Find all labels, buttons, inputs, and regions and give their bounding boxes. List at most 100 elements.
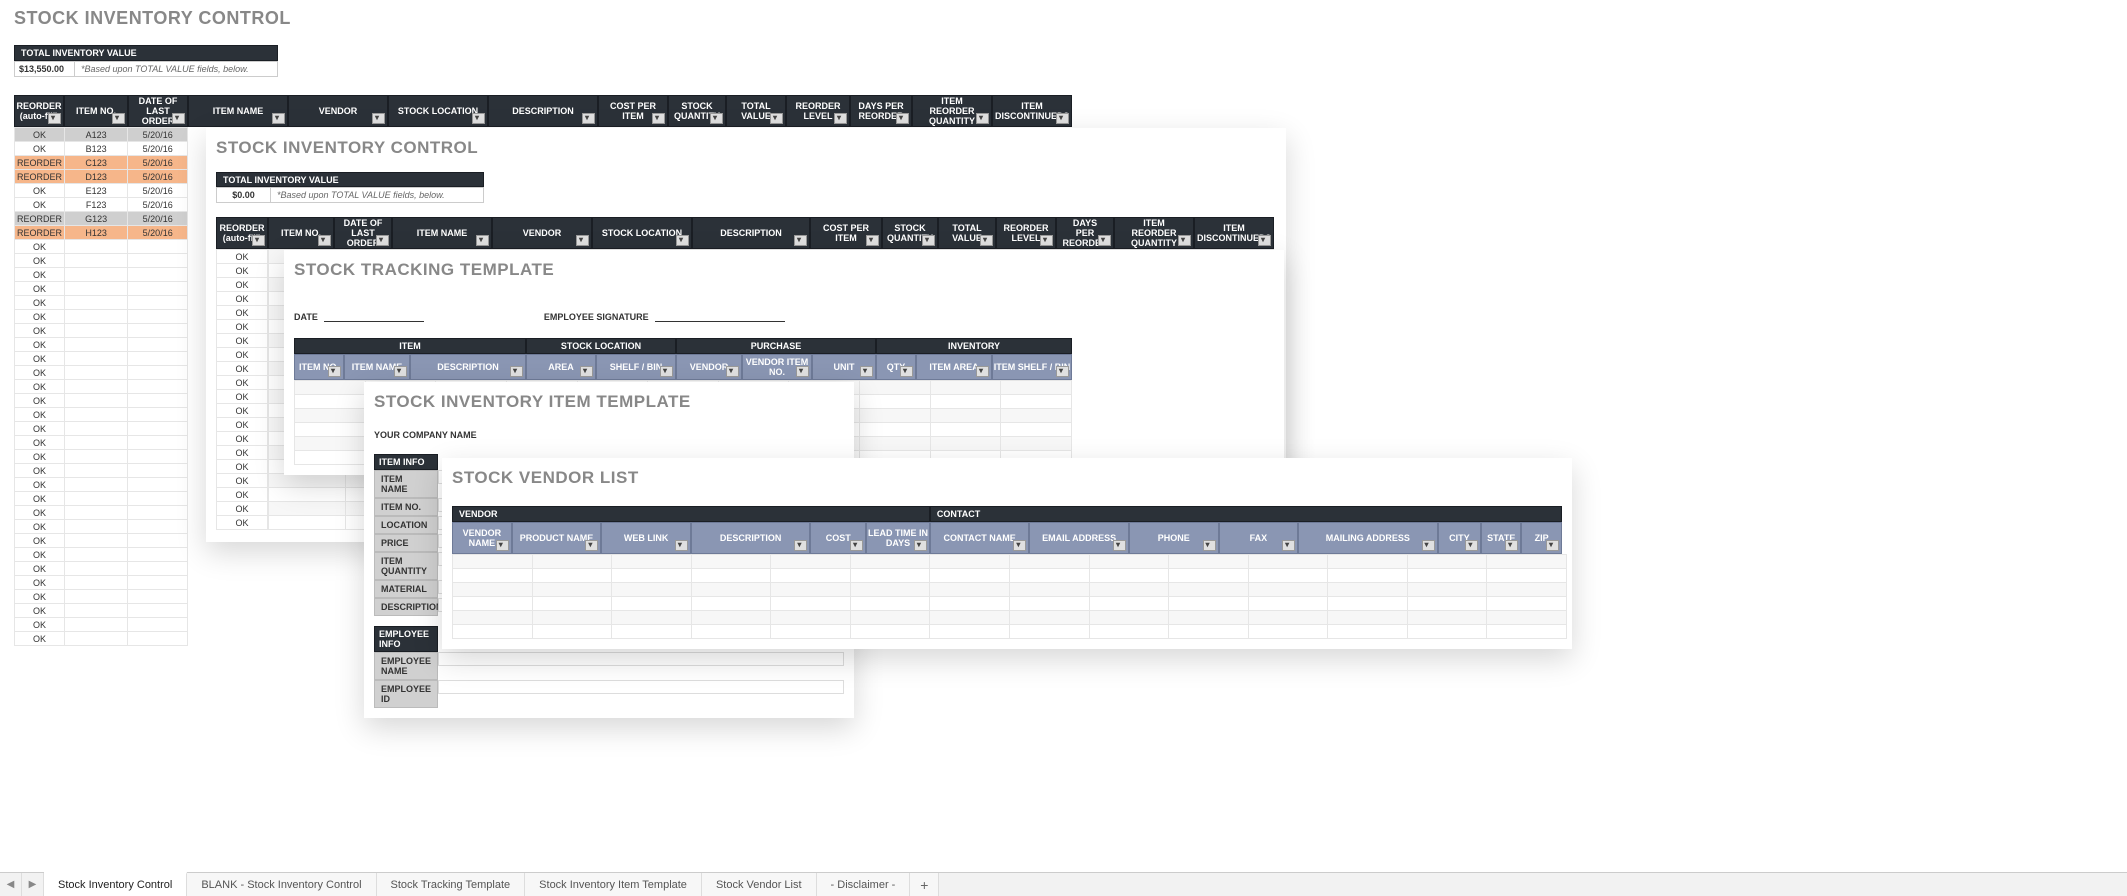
table-row[interactable]: REORDERD1235/20/16 (15, 170, 188, 184)
tab-blank-stock[interactable]: BLANK - Stock Inventory Control (187, 873, 376, 896)
table-row[interactable]: OK (217, 446, 268, 460)
col-vendor[interactable]: VENDOR (288, 95, 388, 127)
table-row[interactable]: REORDERH1235/20/16 (15, 226, 188, 240)
filter-icon[interactable] (976, 113, 989, 124)
table-row[interactable]: OK (15, 632, 188, 646)
col-itemname[interactable]: ITEM NAME (392, 217, 492, 249)
filter-icon[interactable] (1203, 540, 1216, 551)
table-row[interactable]: OK (15, 534, 188, 548)
sub-fax[interactable]: FAX (1219, 522, 1299, 554)
table-row[interactable]: OK (217, 418, 268, 432)
sub-itemshelf[interactable]: ITEM SHELF / BIN (992, 354, 1072, 380)
table-row[interactable]: OK (217, 348, 268, 362)
table-row[interactable]: OK (15, 464, 188, 478)
table-row[interactable]: OK (217, 516, 268, 530)
filter-icon[interactable] (922, 235, 935, 246)
table-row[interactable]: OK (15, 520, 188, 534)
filter-icon[interactable] (1282, 540, 1295, 551)
filter-icon[interactable] (376, 235, 389, 246)
table-row[interactable]: OK (15, 604, 188, 618)
sub-itemname[interactable]: ITEM NAME (344, 354, 410, 380)
table-row[interactable]: OK (15, 282, 188, 296)
filter-icon[interactable] (328, 366, 341, 377)
filter-icon[interactable] (1505, 540, 1518, 551)
table-row[interactable]: OK (15, 548, 188, 562)
filter-icon[interactable] (896, 113, 909, 124)
table-row[interactable]: OK (15, 618, 188, 632)
table-row[interactable]: OK (217, 502, 268, 516)
col-reorder[interactable]: REORDER (auto-fill) (216, 217, 268, 249)
sub-state[interactable]: STATE (1481, 522, 1521, 554)
col-qty[interactable]: STOCK QUANTITY (882, 217, 938, 249)
table-row[interactable]: OK (15, 408, 188, 422)
sub-vendor[interactable]: VENDOR (676, 354, 742, 380)
filter-icon[interactable] (582, 113, 595, 124)
col-totalval[interactable]: TOTAL VALUE (726, 95, 786, 127)
filter-icon[interactable] (585, 540, 598, 551)
filter-icon[interactable] (976, 366, 989, 377)
grid-cells[interactable] (452, 554, 1567, 639)
table-row[interactable]: OKA1235/20/16 (15, 128, 188, 142)
filter-icon[interactable] (1098, 235, 1111, 246)
table-row[interactable]: OK (217, 376, 268, 390)
table-row[interactable]: OK (15, 380, 188, 394)
sub-mailing[interactable]: MAILING ADDRESS (1298, 522, 1437, 554)
tab-vendor-list[interactable]: Stock Vendor List (702, 873, 817, 896)
filter-icon[interactable] (652, 113, 665, 124)
sub-city[interactable]: CITY (1438, 522, 1482, 554)
col-reorderqty[interactable]: ITEM REORDER QUANTITY (1114, 217, 1194, 249)
col-totalval[interactable]: TOTAL VALUE (938, 217, 996, 249)
form-value[interactable] (438, 652, 844, 666)
tab-stock-inventory[interactable]: Stock Inventory Control (44, 872, 187, 896)
data-table[interactable]: OKOKOKOKOKOKOKOKOKOKOKOKOKOKOKOKOKOKOKOK (216, 249, 268, 530)
table-row[interactable]: OK (15, 366, 188, 380)
sub-vendorname[interactable]: VENDOR NAME (452, 522, 512, 554)
tab-nav-next[interactable]: ▶ (22, 873, 44, 896)
filter-icon[interactable] (510, 366, 523, 377)
sub-weblink[interactable]: WEB LINK (601, 522, 691, 554)
sub-email[interactable]: EMAIL ADDRESS (1029, 522, 1129, 554)
table-row[interactable]: OK (217, 404, 268, 418)
filter-icon[interactable] (1546, 540, 1559, 551)
col-daysper[interactable]: DAYS PER REORDER (850, 95, 912, 127)
filter-icon[interactable] (318, 235, 331, 246)
col-itemno[interactable]: ITEM NO. (268, 217, 334, 249)
col-cost[interactable]: COST PER ITEM (810, 217, 882, 249)
data-table[interactable]: OKA1235/20/16OKB1235/20/16REORDERC1235/2… (14, 127, 188, 646)
filter-icon[interactable] (676, 235, 689, 246)
table-row[interactable]: OK (15, 478, 188, 492)
col-qty[interactable]: STOCK QUANTITY (668, 95, 726, 127)
col-discont[interactable]: ITEM DISCONTINUED? (1194, 217, 1274, 249)
sub-product[interactable]: PRODUCT NAME (512, 522, 602, 554)
filter-icon[interactable] (272, 113, 285, 124)
table-row[interactable]: OKE1235/20/16 (15, 184, 188, 198)
filter-icon[interactable] (866, 235, 879, 246)
table-row[interactable]: OK (15, 254, 188, 268)
table-row[interactable]: OK (217, 264, 268, 278)
sub-desc[interactable]: DESCRIPTION (410, 354, 526, 380)
filter-icon[interactable] (1056, 113, 1069, 124)
filter-icon[interactable] (1113, 540, 1126, 551)
filter-icon[interactable] (394, 366, 407, 377)
table-row[interactable]: OK (217, 250, 268, 264)
filter-icon[interactable] (580, 366, 593, 377)
filter-icon[interactable] (710, 113, 723, 124)
table-row[interactable]: OKB1235/20/16 (15, 142, 188, 156)
sub-shelf[interactable]: SHELF / BIN (596, 354, 676, 380)
filter-icon[interactable] (660, 366, 673, 377)
table-row[interactable]: OK (217, 320, 268, 334)
table-row[interactable]: REORDERG1235/20/16 (15, 212, 188, 226)
grid-row[interactable] (453, 625, 1567, 639)
sub-qty[interactable]: QTY (876, 354, 916, 380)
table-row[interactable]: OK (15, 268, 188, 282)
table-row[interactable]: OK (217, 362, 268, 376)
filter-icon[interactable] (112, 113, 125, 124)
table-row[interactable]: OKF1235/20/16 (15, 198, 188, 212)
filter-icon[interactable] (1178, 235, 1191, 246)
sub-contactname[interactable]: CONTACT NAME (930, 522, 1030, 554)
filter-icon[interactable] (1013, 540, 1026, 551)
filter-icon[interactable] (794, 540, 807, 551)
col-desc[interactable]: DESCRIPTION (692, 217, 810, 249)
table-row[interactable]: OK (15, 296, 188, 310)
tab-nav-prev[interactable]: ◀ (0, 873, 22, 896)
